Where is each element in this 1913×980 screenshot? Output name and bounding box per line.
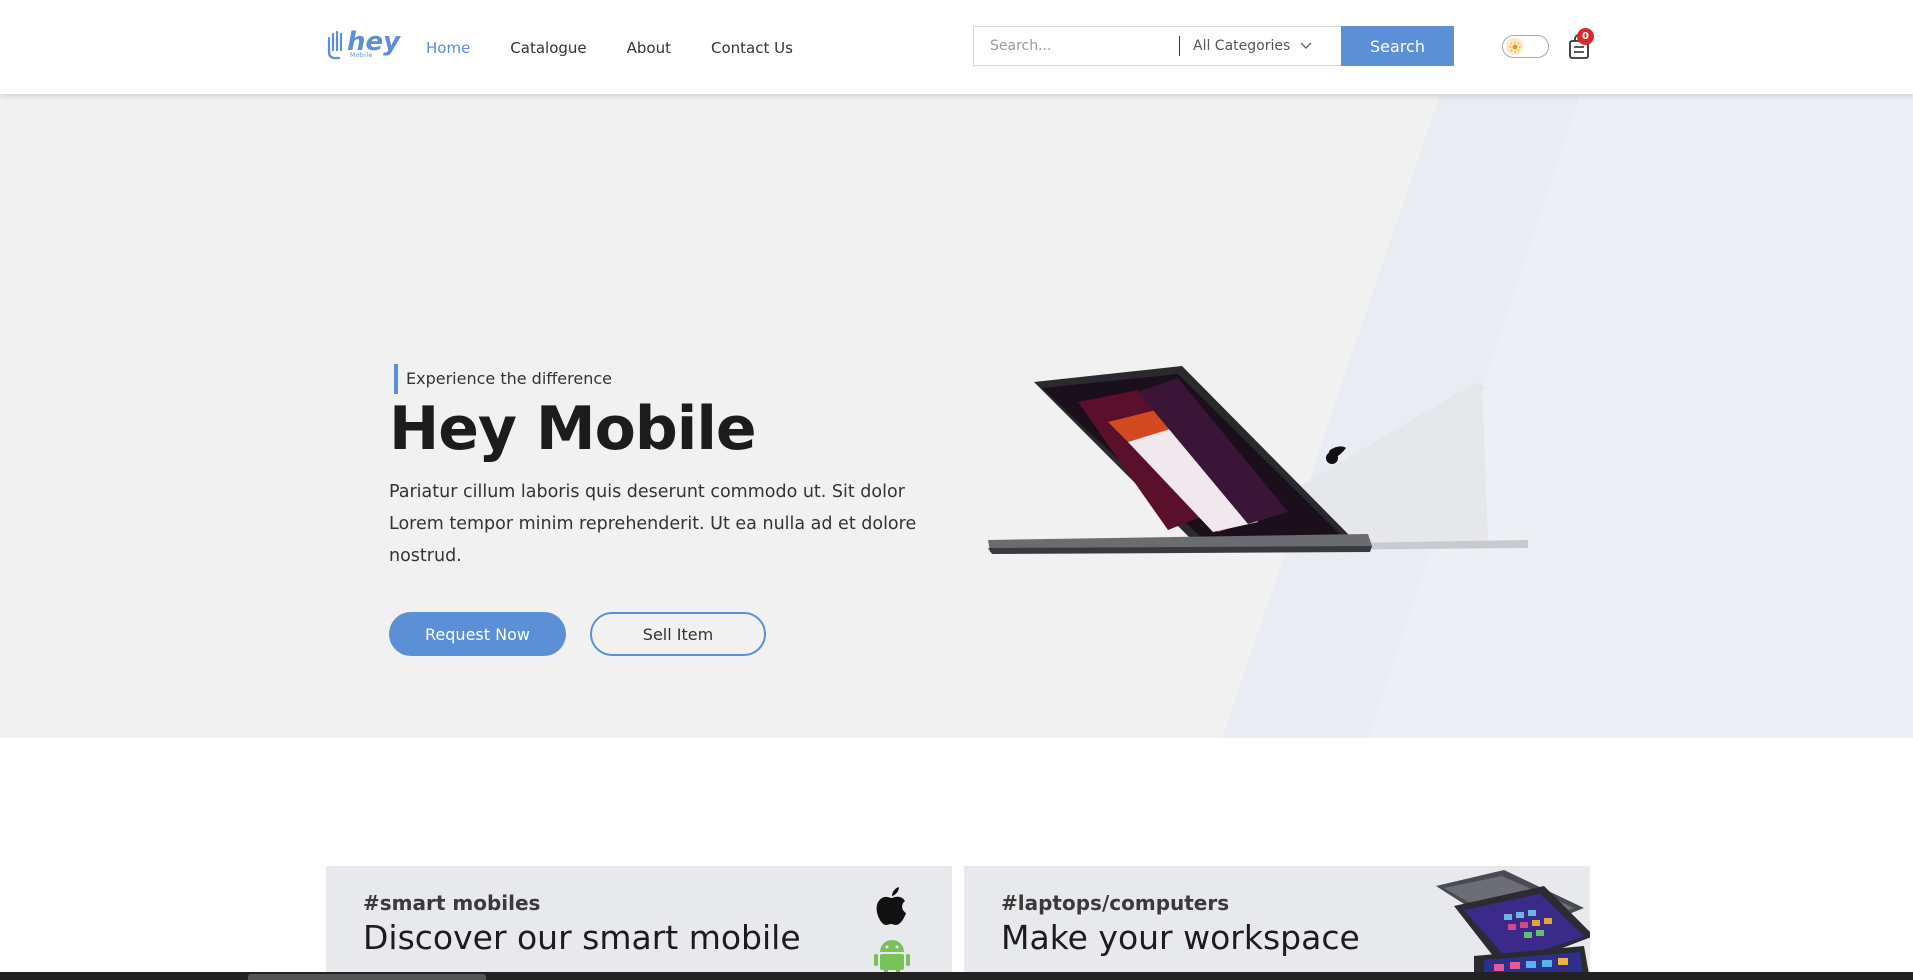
hero-tagline: Experience the difference bbox=[394, 364, 612, 394]
search-box: All Categories bbox=[973, 26, 1341, 66]
sun-icon bbox=[1506, 38, 1523, 55]
hero-description: Pariatur cillum laboris quis deserunt co… bbox=[389, 482, 917, 566]
nav-contact-us[interactable]: Contact Us bbox=[711, 38, 793, 58]
chevron-down-icon bbox=[1300, 38, 1312, 54]
request-now-button[interactable]: Request Now bbox=[389, 612, 566, 656]
sell-item-button[interactable]: Sell Item bbox=[590, 612, 766, 656]
smart-mobiles-card[interactable]: #smart mobiles Discover our smart mobile bbox=[326, 866, 952, 980]
card-tag: #smart mobiles bbox=[363, 891, 541, 915]
search-bar: All Categories Search bbox=[973, 26, 1454, 66]
logo-subtext: Mobile bbox=[350, 52, 373, 59]
search-button[interactable]: Search bbox=[1341, 26, 1454, 66]
laptop-image bbox=[988, 366, 1528, 554]
card-heading: Discover our smart mobile bbox=[363, 918, 801, 957]
theme-toggle[interactable] bbox=[1502, 35, 1549, 58]
nav-about[interactable]: About bbox=[627, 38, 671, 58]
main-nav: Home Catalogue About Contact Us bbox=[426, 38, 833, 58]
cart-count-badge: 0 bbox=[1577, 28, 1594, 45]
apple-icon bbox=[876, 887, 906, 925]
search-divider bbox=[1179, 36, 1180, 56]
bottom-scroll-indicator bbox=[248, 974, 486, 980]
laptops-computers-card[interactable]: #laptops/computers Make your workspace bbox=[964, 866, 1590, 980]
hero-title: Hey Mobile bbox=[389, 394, 757, 464]
site-header: hey Mobile Home Catalogue About Contact … bbox=[0, 0, 1913, 94]
search-input[interactable] bbox=[974, 27, 1179, 65]
nav-catalogue[interactable]: Catalogue bbox=[510, 38, 586, 58]
card-tag: #laptops/computers bbox=[1001, 891, 1230, 915]
hero-background-stripe bbox=[1222, 94, 1913, 738]
android-icon bbox=[874, 940, 910, 976]
hero-section: Experience the difference Hey Mobile Par… bbox=[0, 94, 1913, 738]
tablets-image bbox=[1436, 870, 1590, 980]
card-heading: Make your workspace bbox=[1001, 918, 1360, 957]
nav-home[interactable]: Home bbox=[426, 38, 470, 58]
category-select[interactable]: All Categories bbox=[1193, 38, 1312, 54]
category-select-label: All Categories bbox=[1193, 38, 1291, 54]
